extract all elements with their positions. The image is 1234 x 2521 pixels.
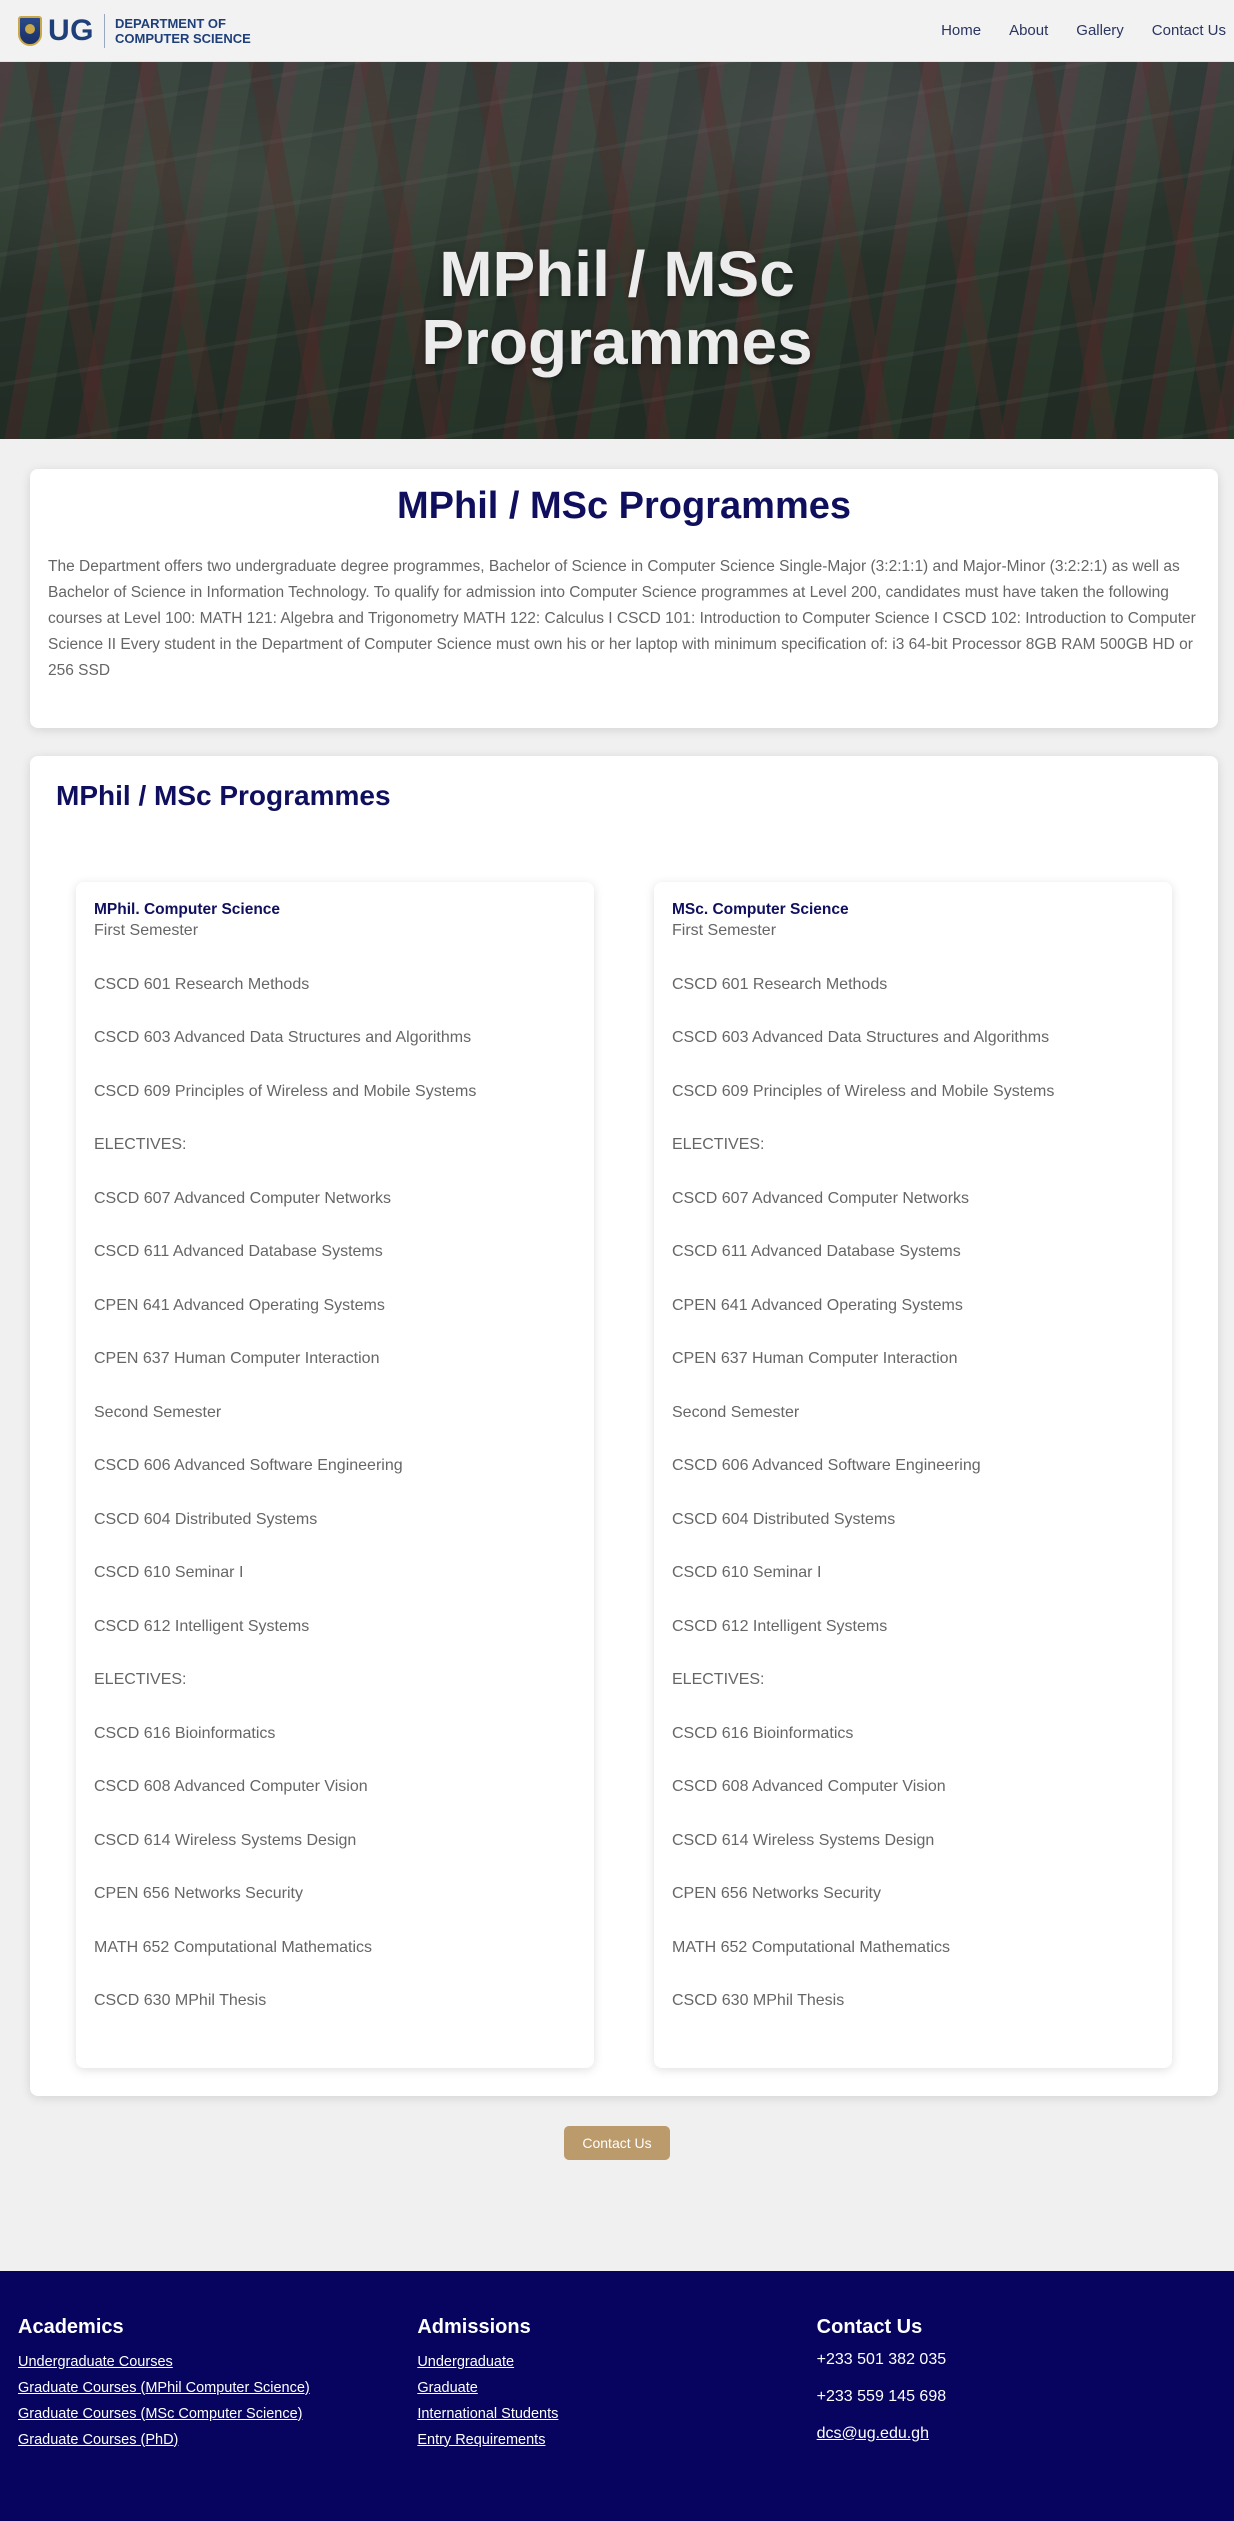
list-item: CSCD 630 MPhil Thesis (672, 1992, 845, 2009)
list-item: MATH 652 Computational Mathematics (94, 1938, 373, 1956)
course-list: First Semester CSCD 601 Research Methods… (672, 920, 1154, 2044)
footer-admissions: Admissions Undergraduate Graduate Intern… (417, 2316, 816, 2521)
contact-us-button[interactable]: Contact Us (564, 2125, 670, 2160)
nav-links: Home About Gallery Contact Us (913, 22, 1226, 39)
list-item: CSCD 606 Advanced Software Engineering (94, 1457, 403, 1474)
footer-link-graduate[interactable]: Graduate (417, 2375, 816, 2401)
brand-line-1: DEPARTMENT OF (115, 15, 226, 31)
intro-title: MPhil / MSc Programmes (396, 485, 851, 527)
programme-card-msc: MSc. Computer Science First Semester CSC… (654, 882, 1172, 2068)
list-item: CSCD 608 Advanced Computer Vision (94, 1778, 368, 1795)
list-item: CSCD 601 Research Methods (672, 975, 888, 993)
brand-divider (104, 13, 105, 48)
list-item: ELECTIVES: (672, 1136, 765, 1153)
list-item: CSCD 610 Seminar I (94, 1564, 244, 1581)
footer-contact: Contact Us +233 501 382 035 +233 559 145… (817, 2316, 1216, 2521)
programme-columns: MPhil. Computer Science First Semester C… (56, 882, 1172, 2068)
list-item: CPEN 656 Networks Security (672, 1885, 881, 1902)
footer-link-phd-courses[interactable]: Graduate Courses (PhD) (18, 2427, 417, 2453)
footer-admissions-title: Admissions (417, 2315, 531, 2338)
footer: Academics Undergraduate Courses Graduate… (0, 2270, 1234, 2521)
list-item: CSCD 603 Advanced Data Structures and Al… (672, 1029, 1050, 1046)
nav-link-contact-us[interactable]: Contact Us (1152, 22, 1226, 39)
list-item: ELECTIVES: (94, 1136, 187, 1153)
footer-contact-title: Contact Us (816, 2315, 923, 2338)
footer-link-undergraduate-courses[interactable]: Undergraduate Courses (18, 2349, 417, 2375)
list-item: CSCD 609 Principles of Wireless and Mobi… (94, 1082, 477, 1100)
list-item: CSCD 616 Bioinformatics (672, 1724, 854, 1742)
list-item: First Semester (94, 922, 199, 939)
programme-title: MSc. Computer Science (672, 901, 849, 918)
list-item: CSCD 611 Advanced Database Systems (672, 1243, 961, 1260)
list-item: CSCD 608 Advanced Computer Vision (672, 1778, 946, 1795)
nav-link-home[interactable]: Home (941, 22, 981, 39)
list-item: CSCD 606 Advanced Software Engineering (672, 1457, 981, 1474)
brand-line-2: COMPUTER SCIENCE (115, 30, 251, 46)
footer-phone-2: +233 559 145 698 (816, 2387, 947, 2405)
list-item: CSCD 630 MPhil Thesis (94, 1992, 267, 2009)
programme-card-mphil: MPhil. Computer Science First Semester C… (76, 882, 594, 2068)
list-item: CSCD 611 Advanced Database Systems (94, 1243, 383, 1260)
footer-link-mphil-courses[interactable]: Graduate Courses (MPhil Computer Science… (18, 2375, 417, 2401)
list-item: CSCD 612 Intelligent Systems (94, 1617, 310, 1635)
footer-link-entry-requirements[interactable]: Entry Requirements (417, 2427, 816, 2453)
hero-banner: MPhil / MSc Programmes (0, 62, 1234, 439)
footer-link-international-students[interactable]: International Students (417, 2401, 816, 2427)
list-item: CSCD 614 Wireless Systems Design (94, 1831, 357, 1849)
hero-title-line-1: MPhil / MSc (439, 238, 795, 310)
programmes-card: MPhil / MSc Programmes MPhil. Computer S… (30, 756, 1218, 2096)
list-item: Second Semester (672, 1403, 800, 1421)
list-item: CPEN 637 Human Computer Interaction (94, 1350, 380, 1367)
list-item: CPEN 637 Human Computer Interaction (672, 1350, 958, 1367)
list-item: CSCD 609 Principles of Wireless and Mobi… (672, 1082, 1055, 1100)
list-item: CSCD 604 Distributed Systems (94, 1510, 318, 1528)
course-list: First Semester CSCD 601 Research Methods… (94, 920, 576, 2044)
intro-card: MPhil / MSc Programmes The Department of… (30, 469, 1218, 728)
list-item: CSCD 616 Bioinformatics (94, 1724, 276, 1742)
cta-wrapper: Contact Us (0, 2125, 1234, 2246)
list-item: MATH 652 Computational Mathematics (672, 1938, 951, 1956)
list-item: CSCD 603 Advanced Data Structures and Al… (94, 1029, 472, 1046)
footer-academics-title: Academics (18, 2315, 124, 2338)
list-item: CSCD 614 Wireless Systems Design (672, 1831, 935, 1849)
list-item: CSCD 601 Research Methods (94, 975, 310, 993)
list-item: CSCD 607 Advanced Computer Networks (94, 1189, 392, 1207)
nav-link-about[interactable]: About (1009, 22, 1048, 39)
list-item: CPEN 641 Advanced Operating Systems (94, 1296, 385, 1314)
ug-crest-icon (18, 15, 42, 46)
list-item: ELECTIVES: (94, 1671, 187, 1688)
footer-phone-1: +233 501 382 035 (816, 2350, 947, 2368)
footer-link-undergraduate[interactable]: Undergraduate (417, 2349, 816, 2375)
list-item: CSCD 604 Distributed Systems (672, 1510, 896, 1528)
list-item: First Semester (672, 922, 777, 939)
intro-text: The Department offers two undergraduate … (48, 558, 1196, 679)
footer-email-link[interactable]: dcs@ug.edu.gh (817, 2423, 1216, 2445)
hero-title: MPhil / MSc Programmes (0, 240, 1234, 376)
brand-department: DEPARTMENT OF COMPUTER SCIENCE (115, 16, 251, 46)
programme-title: MPhil. Computer Science (94, 901, 281, 918)
nav-link-gallery[interactable]: Gallery (1076, 22, 1124, 39)
list-item: CPEN 656 Networks Security (94, 1885, 303, 1902)
list-item: ELECTIVES: (672, 1671, 765, 1688)
list-item: CPEN 641 Advanced Operating Systems (672, 1296, 963, 1314)
list-item: CSCD 607 Advanced Computer Networks (672, 1189, 970, 1207)
brand-short: UG (48, 13, 94, 47)
list-item: Second Semester (94, 1403, 222, 1421)
list-item: CSCD 612 Intelligent Systems (672, 1617, 888, 1635)
navbar: UG DEPARTMENT OF COMPUTER SCIENCE Home A… (0, 0, 1234, 62)
programmes-heading: MPhil / MSc Programmes (56, 780, 391, 811)
footer-link-msc-courses[interactable]: Graduate Courses (MSc Computer Science) (18, 2401, 417, 2427)
hero-title-line-2: Programmes (421, 306, 813, 378)
footer-academics: Academics Undergraduate Courses Graduate… (18, 2316, 417, 2521)
brand-logo[interactable]: UG DEPARTMENT OF COMPUTER SCIENCE (18, 13, 251, 48)
list-item: CSCD 610 Seminar I (672, 1564, 822, 1581)
